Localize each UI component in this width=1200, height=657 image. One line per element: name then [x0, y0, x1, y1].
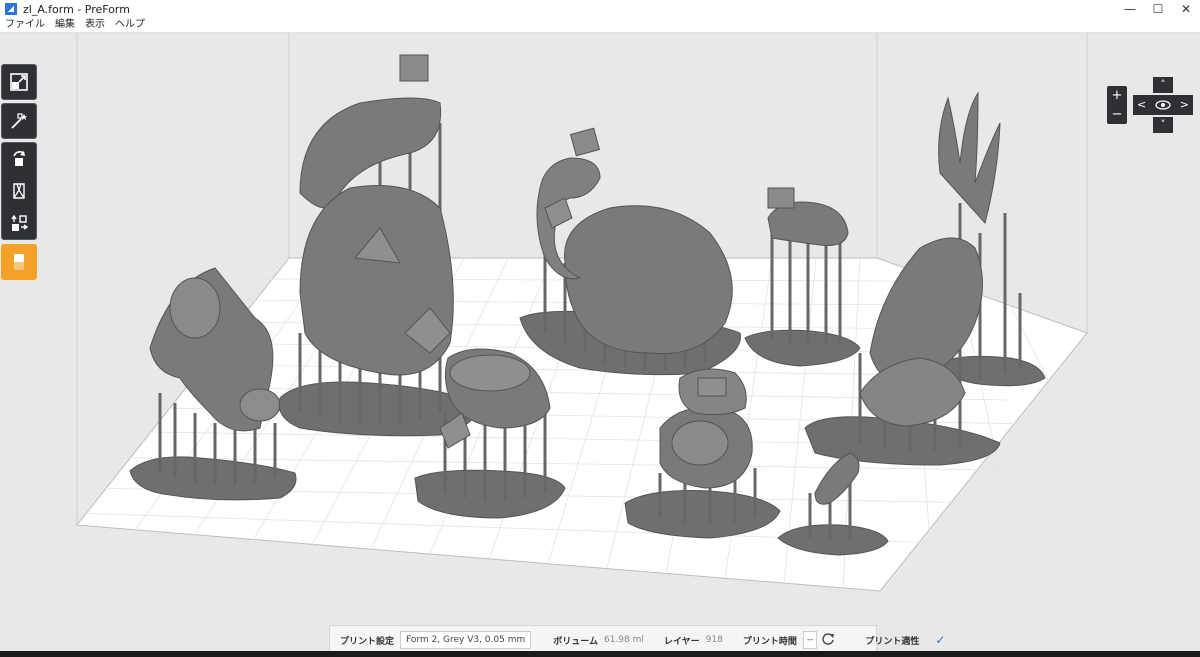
- printer-orange-icon: [14, 254, 24, 270]
- window-title: zl_A.form - PreForm: [23, 2, 130, 16]
- zoom-out-button[interactable]: −: [1107, 105, 1127, 124]
- print-settings-label: プリント設定: [340, 636, 395, 647]
- one-click-print-button[interactable]: [1, 103, 37, 139]
- layer-label: レイヤー: [663, 636, 700, 647]
- rotate-icon: [13, 151, 25, 166]
- print-time-value: --: [802, 631, 818, 649]
- nav-up-button[interactable]: ˄: [1153, 77, 1173, 93]
- title-bar: ◢ zl_A.form - PreForm — ☐ ✕: [0, 0, 1200, 18]
- print-button[interactable]: [1, 244, 37, 280]
- left-toolbar: [0, 64, 38, 283]
- zoom-in-button[interactable]: +: [1107, 86, 1127, 105]
- zoom-controls: + −: [1107, 86, 1127, 124]
- supports-icon: [13, 183, 25, 199]
- edit-tools-group: [1, 142, 37, 240]
- maximize-button[interactable]: ☐: [1144, 0, 1172, 18]
- layer-value: 918: [705, 635, 723, 645]
- nav-left-button[interactable]: <: [1137, 95, 1146, 115]
- menu-help[interactable]: ヘルプ: [110, 18, 150, 32]
- window-controls: — ☐ ✕: [1116, 0, 1200, 18]
- menu-edit[interactable]: 編集: [50, 18, 80, 32]
- close-button[interactable]: ✕: [1172, 0, 1200, 18]
- printability-label: プリント適性: [865, 636, 920, 647]
- preform-app-icon: ◢: [5, 3, 17, 15]
- 3d-viewport[interactable]: + − ˄ < > ˅: [0, 33, 1200, 651]
- layout-icon: [11, 214, 29, 231]
- print-settings-field[interactable]: Form 2, Grey V3, 0.05 mm: [400, 631, 532, 649]
- menu-file[interactable]: ファイル: [0, 18, 50, 32]
- nav-middle-row: < >: [1133, 95, 1193, 115]
- model-heart-center[interactable]: [519, 127, 741, 376]
- check-icon: ✓: [935, 633, 946, 647]
- fit-view-button[interactable]: [1, 64, 37, 100]
- nav-down-button[interactable]: ˅: [1153, 117, 1173, 133]
- volume-value: 61.98 ml: [603, 635, 644, 645]
- nav-right-button[interactable]: >: [1180, 95, 1189, 115]
- volume-label: ボリューム: [553, 636, 598, 647]
- camera-navigation-pad: ˄ < > ˅: [1133, 77, 1193, 133]
- refresh-icon[interactable]: [821, 632, 835, 649]
- supports-button[interactable]: [2, 175, 36, 207]
- menu-view[interactable]: 表示: [80, 18, 110, 32]
- print-time-label: プリント時間: [742, 636, 797, 647]
- fit-view-icon: [10, 73, 28, 91]
- magic-wand-icon: [11, 113, 27, 129]
- build-platform-scene: [76, 33, 1088, 592]
- orientation-button[interactable]: [2, 143, 36, 175]
- layout-button[interactable]: [2, 207, 36, 239]
- os-taskbar: [0, 651, 1200, 657]
- minimize-button[interactable]: —: [1116, 0, 1144, 18]
- menu-bar: ファイル 編集 表示 ヘルプ: [0, 18, 1200, 33]
